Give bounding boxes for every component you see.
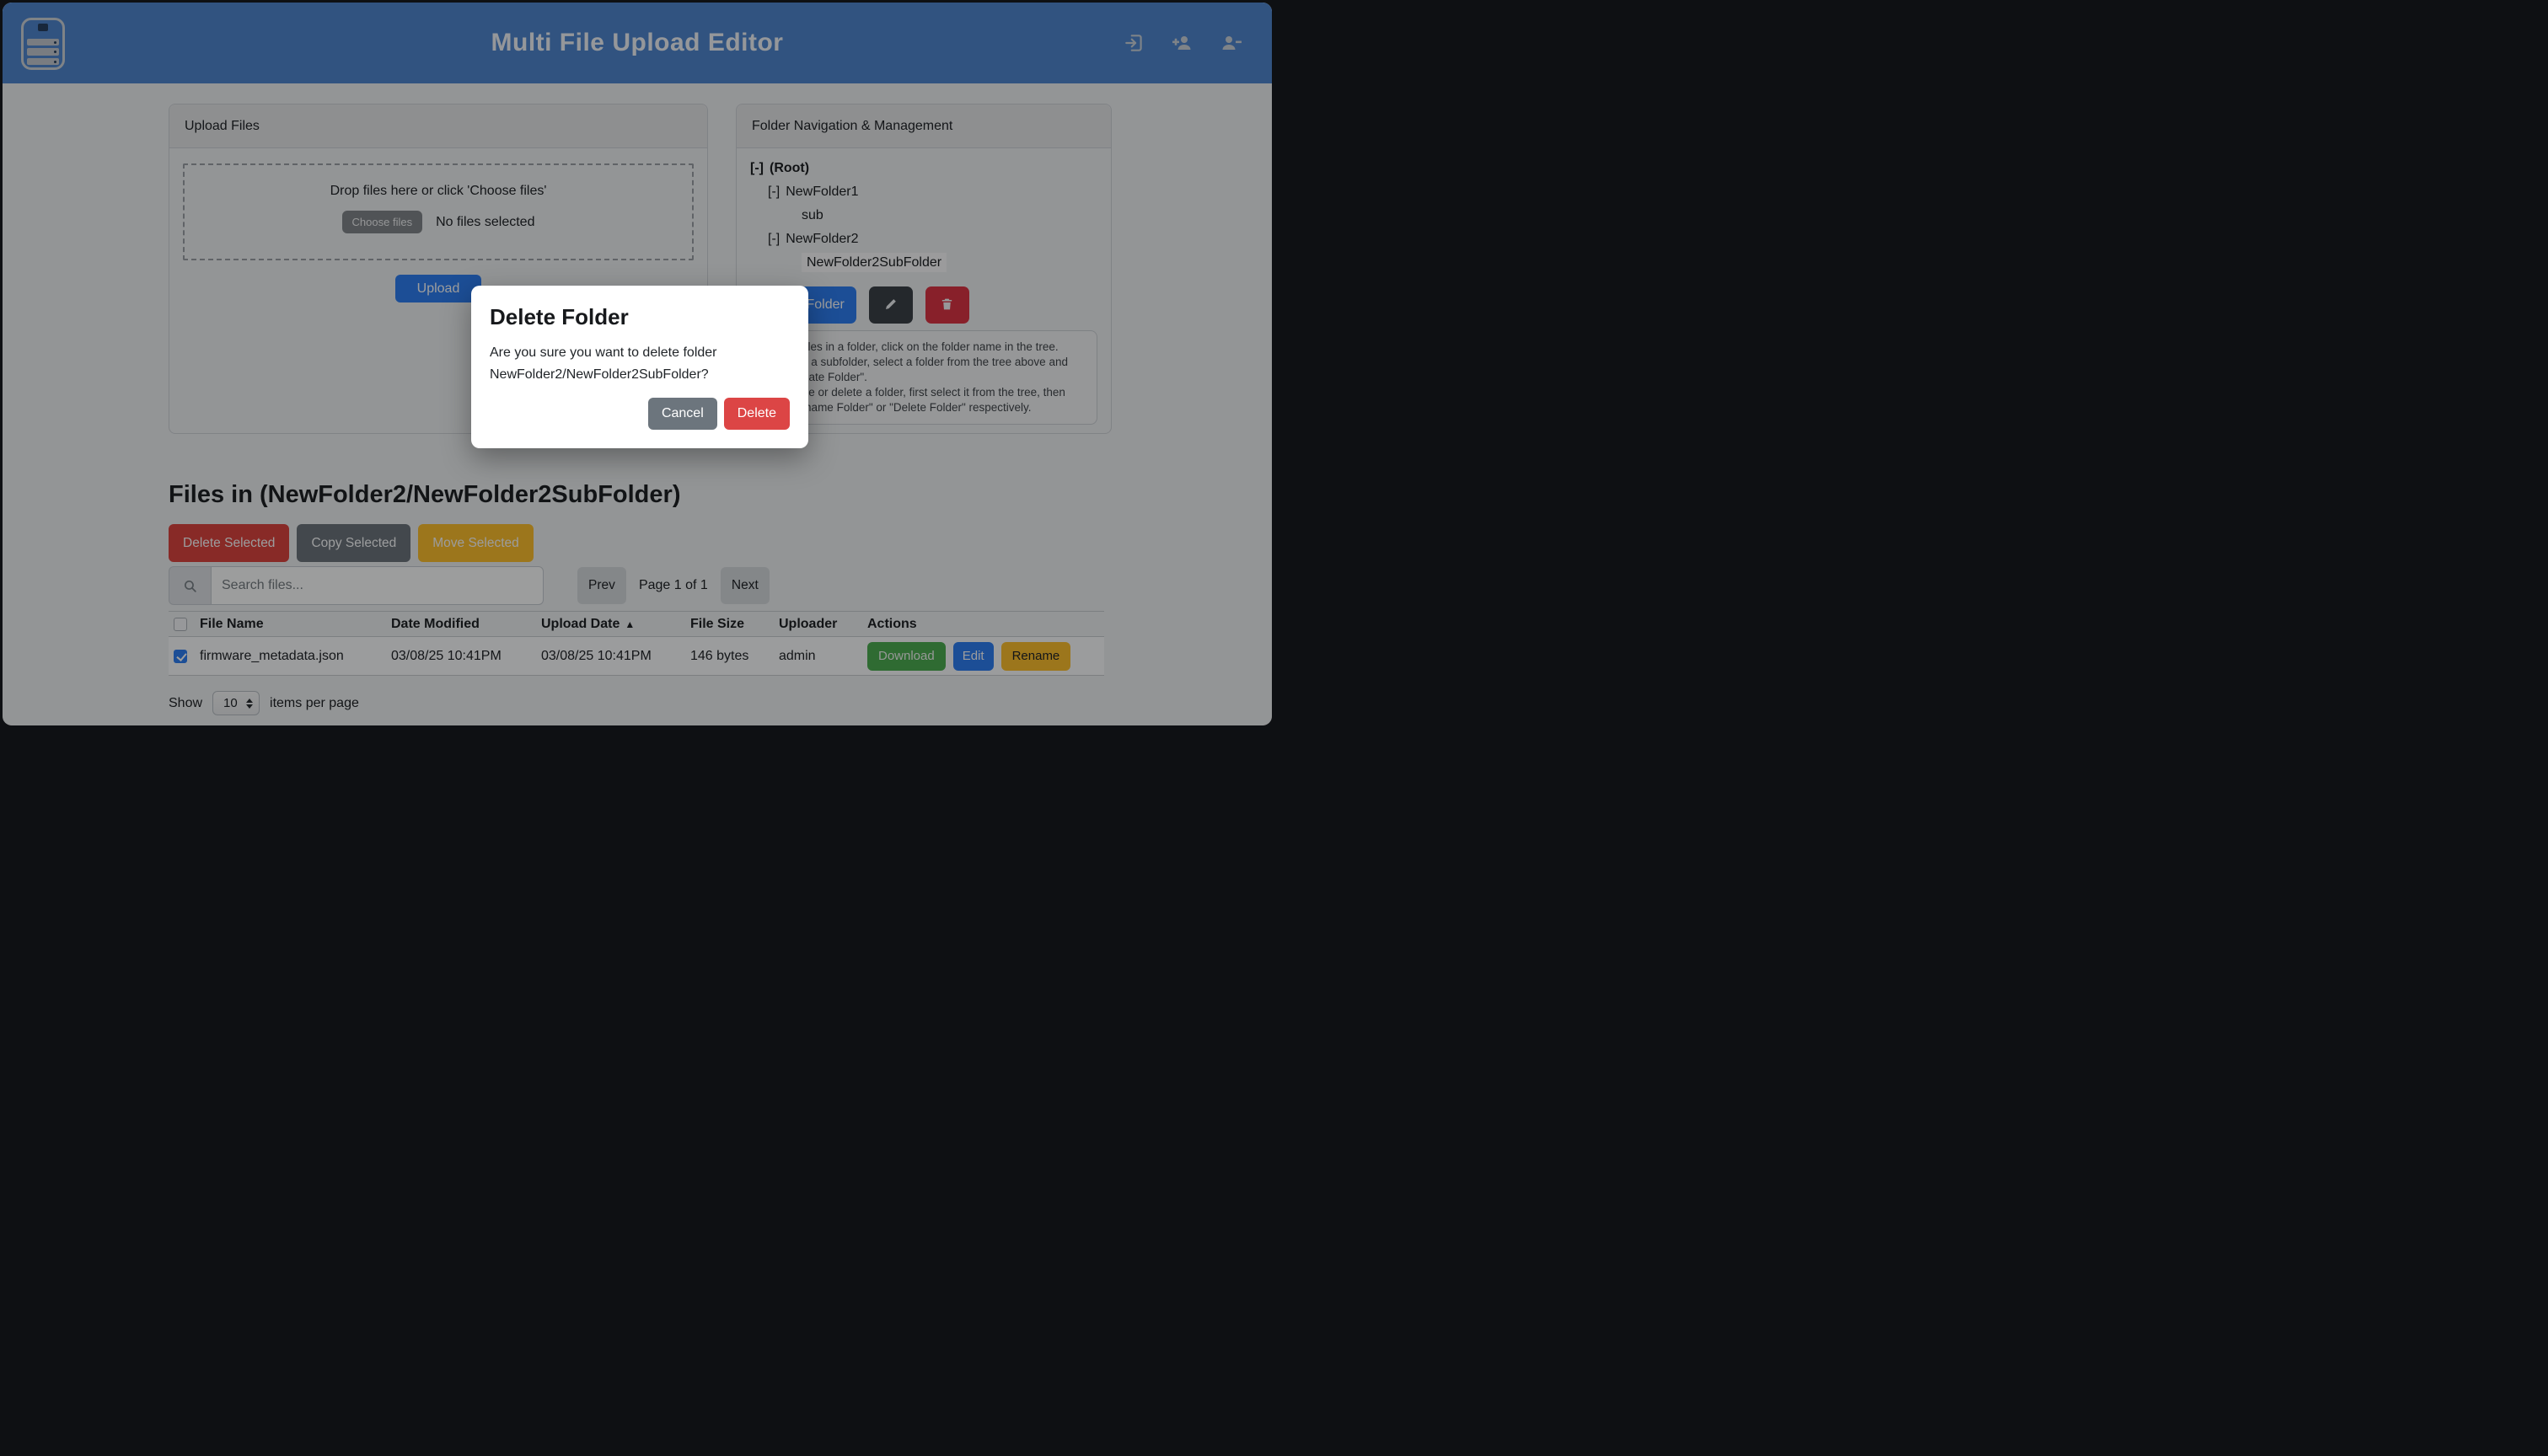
- modal-message: Are you sure you want to delete folder N…: [490, 342, 790, 386]
- confirm-delete-button[interactable]: Delete: [724, 398, 790, 430]
- modal-title: Delete Folder: [490, 304, 790, 330]
- delete-folder-modal: Delete Folder Are you sure you want to d…: [471, 286, 808, 448]
- app-window: Multi File Upload Editor: [3, 3, 1272, 725]
- cancel-button[interactable]: Cancel: [648, 398, 717, 430]
